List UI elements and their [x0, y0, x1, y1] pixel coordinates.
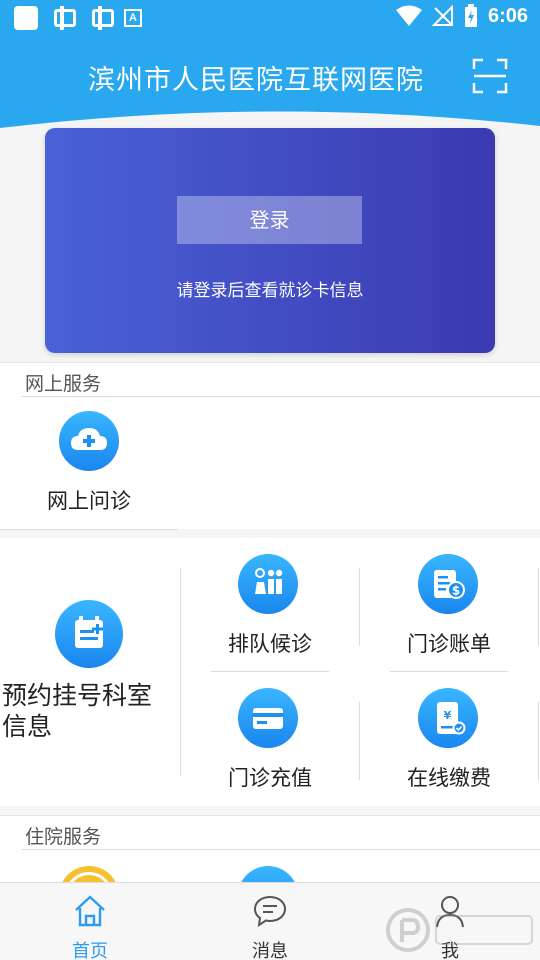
bug-icon [86, 6, 114, 30]
app-header: 滨州市人民医院互联网医院 [0, 36, 540, 136]
phone-pay-icon: ¥ [418, 688, 478, 748]
svg-text:¥: ¥ [444, 709, 452, 722]
battery-charging-icon [464, 4, 477, 27]
tab-label: 消息 [252, 941, 288, 960]
bug-icon [48, 6, 76, 30]
status-time: 6:06 [487, 4, 528, 27]
online-service-section: 网上服务 网上问诊 [0, 362, 540, 530]
outpatient-service-grid: 预约挂号科室 信息 排队候诊 $ 门诊账单 门诊充值 ¥ 在线缴费 [0, 538, 540, 806]
calendar-plus-icon [55, 600, 123, 668]
home-icon [75, 895, 105, 927]
divider [538, 702, 539, 780]
service-label: 门诊账单 [407, 632, 491, 656]
tab-label: 首页 [72, 941, 108, 960]
scan-icon[interactable] [472, 58, 508, 94]
service-label-line2: 信息 [2, 712, 53, 741]
divider [0, 529, 178, 530]
service-label: 在线缴费 [407, 766, 491, 790]
service-label-line1: 预约挂号科室 [2, 681, 153, 710]
font-notification-icon: A [124, 9, 142, 27]
login-hint: 请登录后查看就诊卡信息 [176, 281, 364, 301]
bill-dollar-icon: $ [418, 554, 478, 614]
section-title: 住院服务 [25, 826, 102, 848]
status-indicators: 6:06 [395, 4, 528, 28]
service-label: 预约挂号科室 信息 [2, 680, 152, 742]
service-label: 排队候诊 [228, 632, 312, 656]
page-title: 滨州市人民医院互联网医院 [88, 65, 424, 96]
tab-messages[interactable]: 消息 [180, 883, 360, 960]
notification-icon [14, 6, 38, 30]
medical-card-panel: 登录 请登录后查看就诊卡信息 [45, 128, 495, 353]
divider [22, 849, 540, 850]
signal-off-icon [431, 5, 453, 26]
status-bar: A 6:06 [0, 0, 540, 36]
watermark-logo [386, 908, 533, 952]
service-outpatient-bill[interactable]: $ 门诊账单 [360, 538, 538, 672]
status-notifications: A [14, 6, 142, 30]
queue-waiting-icon [238, 554, 298, 614]
service-label: 网上问诊 [47, 489, 131, 513]
login-button[interactable]: 登录 [177, 196, 362, 244]
divider [538, 568, 539, 646]
svg-text:$: $ [452, 584, 460, 598]
service-online-consult[interactable]: 网上问诊 [0, 397, 178, 529]
service-online-payment[interactable]: ¥ 在线缴费 [360, 672, 538, 806]
inpatient-service-section: 住院服务 [0, 815, 540, 885]
tab-home[interactable]: 首页 [0, 883, 180, 960]
message-icon [253, 895, 287, 928]
service-queue[interactable]: 排队候诊 [181, 538, 359, 672]
section-title: 网上服务 [25, 373, 102, 395]
card-recharge-icon [238, 688, 298, 748]
service-outpatient-recharge[interactable]: 门诊充值 [181, 672, 359, 806]
service-appointment-department[interactable]: 预约挂号科室 信息 [0, 538, 180, 806]
cloud-plus-icon [59, 411, 119, 471]
service-label: 门诊充值 [228, 766, 312, 790]
wifi-icon [395, 5, 422, 26]
